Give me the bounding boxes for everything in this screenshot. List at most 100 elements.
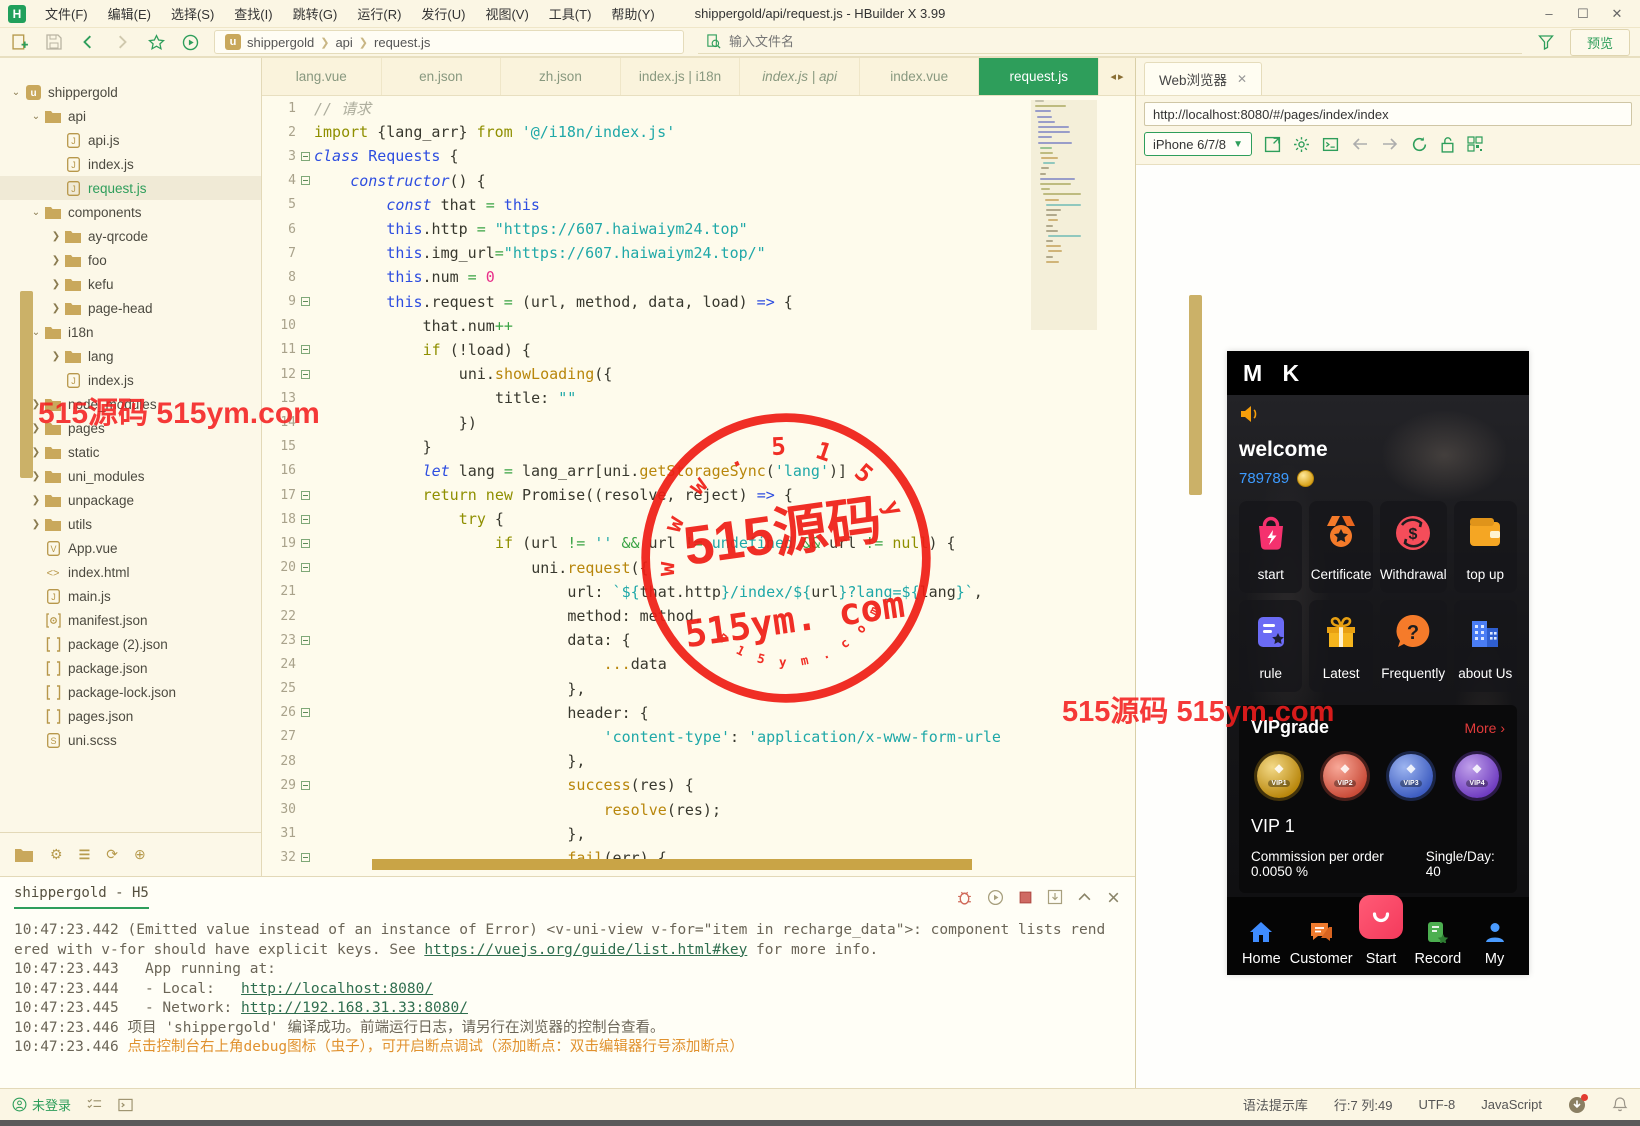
code-line-30[interactable]: 30 resolve(res); xyxy=(262,797,1135,821)
menu-item-3[interactable]: 查找(I) xyxy=(225,1,281,26)
nav-item-record[interactable]: Record xyxy=(1409,921,1466,967)
nav-back-icon[interactable] xyxy=(1351,137,1369,151)
tree-item-kefu[interactable]: ❯ kefu xyxy=(0,272,261,296)
code-line-9[interactable]: 9 this.request = (url, method, data, load… xyxy=(262,290,1135,314)
stop-icon[interactable] xyxy=(1018,890,1033,905)
line-number[interactable]: 21 xyxy=(262,584,296,599)
tree-item-index-html[interactable]: <> index.html xyxy=(0,560,261,584)
code-line-27[interactable]: 27 'content-type': 'application/x-www-for… xyxy=(262,725,1135,749)
code-line-1[interactable]: 1 // 请求 xyxy=(262,96,1135,120)
tree-item-request-js[interactable]: Jrequest.js xyxy=(0,176,261,200)
device-selector[interactable]: iPhone 6/7/8 ▼ xyxy=(1144,132,1252,156)
breadcrumb[interactable]: u shippergold ❯ api ❯ request.js xyxy=(214,30,684,54)
tree-item-uni-scss[interactable]: Suni.scss xyxy=(0,728,261,752)
line-number[interactable]: 12 xyxy=(262,367,296,382)
editor-tab-request-js[interactable]: request.js xyxy=(979,58,1100,95)
maximize-button[interactable]: ☐ xyxy=(1568,3,1598,25)
fold-toggle-icon[interactable] xyxy=(296,780,314,790)
new-file-icon[interactable] xyxy=(10,32,30,52)
nav-forward-icon[interactable] xyxy=(1381,137,1399,151)
line-number[interactable]: 23 xyxy=(262,633,296,648)
code-line-12[interactable]: 12 uni.showLoading({ xyxy=(262,362,1135,386)
tree-item-foo[interactable]: ❯ foo xyxy=(0,248,261,272)
menu-item-8[interactable]: 工具(T) xyxy=(540,1,601,26)
refresh-icon[interactable] xyxy=(1411,136,1428,153)
line-number[interactable]: 2 xyxy=(262,125,296,140)
console-link[interactable]: http://192.168.31.33:8080/ xyxy=(241,1000,468,1016)
line-number[interactable]: 27 xyxy=(262,729,296,744)
line-number[interactable]: 10 xyxy=(262,318,296,333)
fold-toggle-icon[interactable] xyxy=(296,151,314,161)
save-icon[interactable] xyxy=(44,32,64,52)
close-button[interactable]: ✕ xyxy=(1602,3,1632,25)
line-number[interactable]: 22 xyxy=(262,609,296,624)
tree-item-static[interactable]: ❯ static xyxy=(0,440,261,464)
breadcrumb-item[interactable]: shippergold xyxy=(247,35,314,50)
console-link[interactable]: https://vuejs.org/guide/list.html#key xyxy=(424,942,747,958)
restart-icon[interactable] xyxy=(987,889,1004,906)
menu-item-5[interactable]: 运行(R) xyxy=(348,1,410,26)
devtools-console-icon[interactable] xyxy=(1322,136,1339,153)
notification-bell-icon[interactable] xyxy=(1612,1096,1628,1113)
code-line-5[interactable]: 5 const that = this xyxy=(262,193,1135,217)
code-line-10[interactable]: 10 that.num++ xyxy=(262,314,1135,338)
code-line-13[interactable]: 13 title: "" xyxy=(262,386,1135,410)
export-console-icon[interactable] xyxy=(1047,889,1063,905)
grid-item-start[interactable]: start xyxy=(1239,501,1303,593)
open-folder-icon[interactable] xyxy=(14,847,34,863)
open-external-icon[interactable] xyxy=(1264,136,1281,153)
qr-code-icon[interactable] xyxy=(1467,136,1483,152)
code-line-8[interactable]: 8 this.num = 0 xyxy=(262,265,1135,289)
login-status[interactable]: 未登录 xyxy=(12,1095,71,1114)
tree-item-app-vue[interactable]: V App.vue xyxy=(0,536,261,560)
tree-item-api-js[interactable]: Japi.js xyxy=(0,128,261,152)
line-number[interactable]: 24 xyxy=(262,657,296,672)
tree-item-unpackage[interactable]: ❯ unpackage xyxy=(0,488,261,512)
syntax-lib-status[interactable]: 语法提示库 xyxy=(1243,1095,1308,1114)
line-number[interactable]: 28 xyxy=(262,754,296,769)
editor-tab-index-js-api[interactable]: index.js | api xyxy=(740,58,860,95)
star-icon[interactable] xyxy=(146,32,166,52)
browser-tab-close-icon[interactable]: ✕ xyxy=(1237,72,1247,86)
tree-item-shippergold[interactable]: ⌄ u shippergold xyxy=(0,80,261,104)
tree-item-package-lock-json[interactable]: package-lock.json xyxy=(0,680,261,704)
line-number[interactable]: 9 xyxy=(262,294,296,309)
tab-scroll-right-icon[interactable]: ▸ xyxy=(1118,70,1124,83)
grid-item-frequently[interactable]: ? Frequently xyxy=(1379,600,1447,692)
fold-toggle-icon[interactable] xyxy=(296,490,314,500)
sidebar-scrollbar[interactable] xyxy=(20,291,33,478)
line-number[interactable]: 26 xyxy=(262,705,296,720)
editor-tab-en-json[interactable]: en.json xyxy=(382,58,502,95)
cursor-position[interactable]: 行:7 列:49 xyxy=(1334,1095,1393,1114)
chevron-down-icon[interactable]: ⌄ xyxy=(8,87,24,98)
line-number[interactable]: 25 xyxy=(262,681,296,696)
back-icon[interactable] xyxy=(78,32,98,52)
vip-badge-vip3[interactable]: ◆ VIP3 xyxy=(1389,754,1433,798)
tree-item-page-head[interactable]: ❯ page-head xyxy=(0,296,261,320)
vip-badge-vip4[interactable]: ◆ VIP4 xyxy=(1455,754,1499,798)
console-output[interactable]: 10:47:23.442 (Emitted value instead of a… xyxy=(0,917,1135,1088)
grid-item-about-us[interactable]: about Us xyxy=(1453,600,1517,692)
line-number[interactable]: 6 xyxy=(262,222,296,237)
browser-url-input[interactable] xyxy=(1144,102,1632,126)
chevron-down-icon[interactable]: ⌄ xyxy=(28,207,44,218)
code-line-31[interactable]: 31}, xyxy=(262,822,1135,846)
fold-toggle-icon[interactable] xyxy=(296,538,314,548)
menu-item-0[interactable]: 文件(F) xyxy=(36,1,97,26)
line-number[interactable]: 8 xyxy=(262,270,296,285)
breadcrumb-item[interactable]: request.js xyxy=(374,35,430,50)
code-line-3[interactable]: 3 class Requests { xyxy=(262,144,1135,168)
code-line-11[interactable]: 11 if (!load) { xyxy=(262,338,1135,362)
line-number[interactable]: 16 xyxy=(262,463,296,478)
line-number[interactable]: 11 xyxy=(262,342,296,357)
chevron-right-icon[interactable]: ❯ xyxy=(48,231,64,242)
line-number[interactable]: 3 xyxy=(262,149,296,164)
code-line-2[interactable]: 2 import {lang_arr} from '@/i18n/index.js… xyxy=(262,120,1135,144)
breadcrumb-item[interactable]: api xyxy=(335,35,352,50)
tree-item-utils[interactable]: ❯ utils xyxy=(0,512,261,536)
unlock-icon[interactable] xyxy=(1440,136,1455,153)
tree-item-ay-qrcode[interactable]: ❯ ay-qrcode xyxy=(0,224,261,248)
globe-tool-icon[interactable]: ⊕ xyxy=(134,846,146,863)
minimap[interactable] xyxy=(1031,100,1097,330)
menu-item-1[interactable]: 编辑(E) xyxy=(99,1,160,26)
